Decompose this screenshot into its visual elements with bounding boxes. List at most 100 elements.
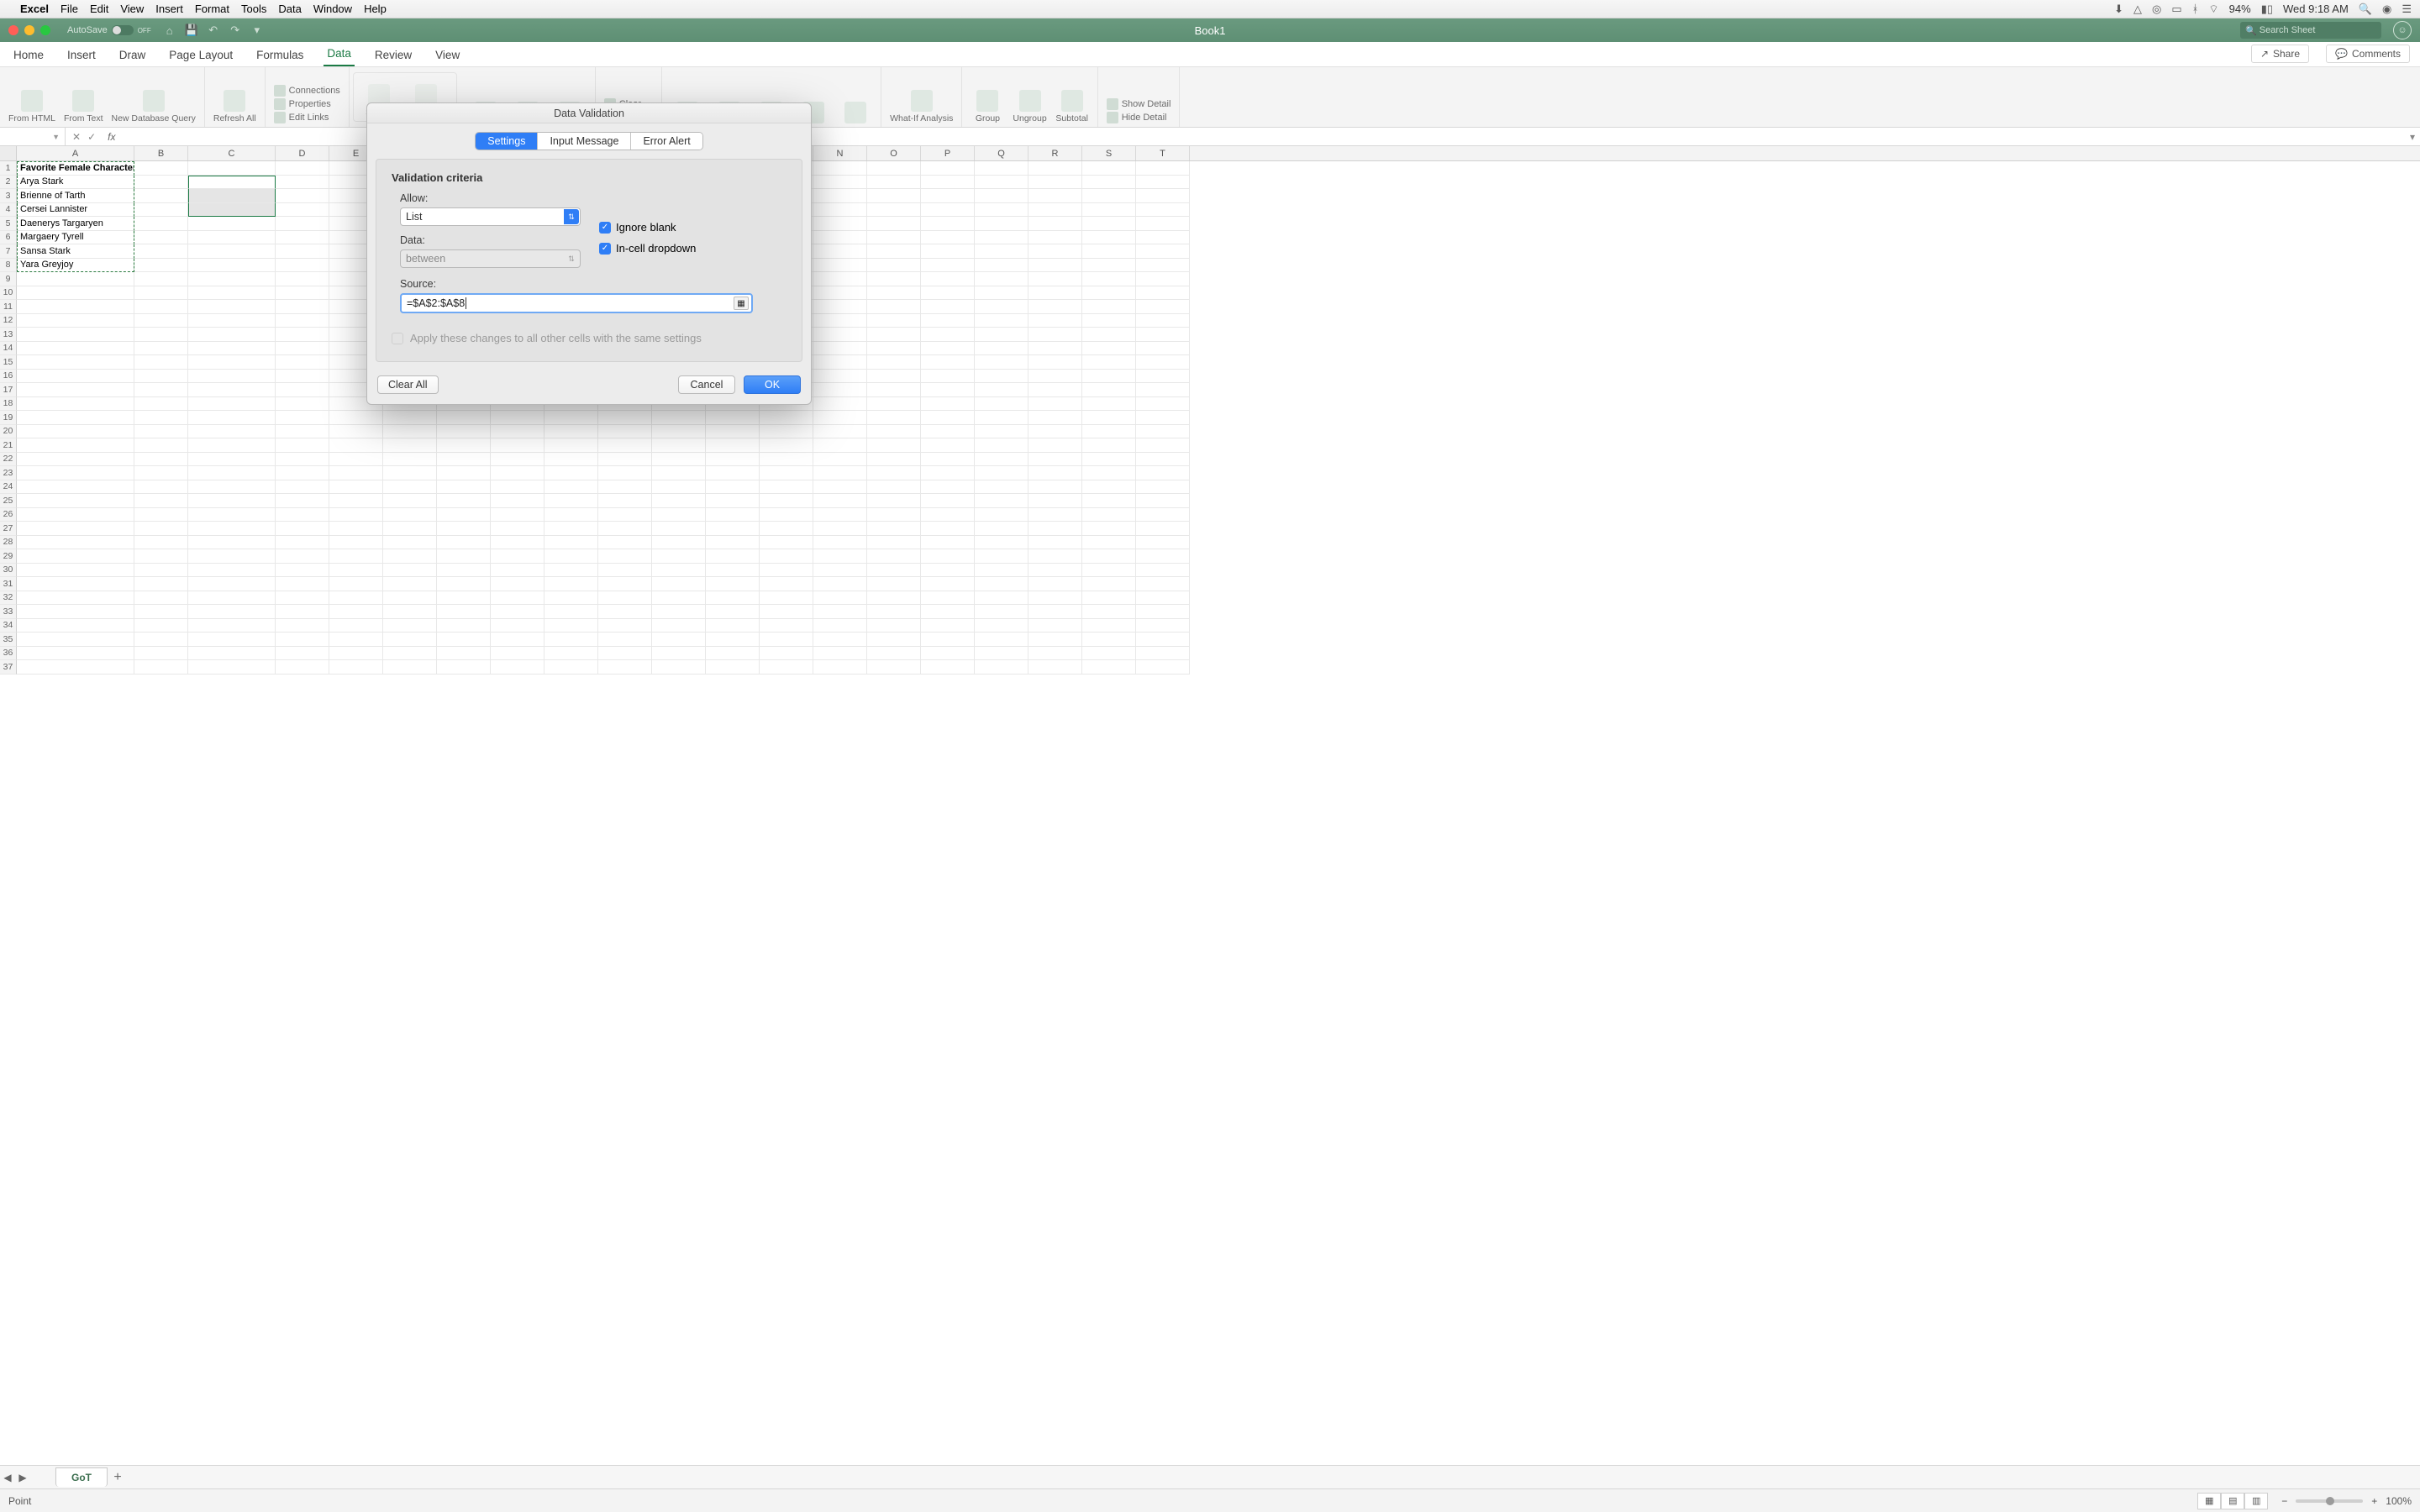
row-header[interactable]: 31 [0, 577, 17, 591]
cell-C6[interactable] [188, 231, 276, 245]
cell-Q26[interactable] [975, 508, 1028, 522]
cell-T23[interactable] [1136, 466, 1190, 480]
comments-button[interactable]: 💬Comments [2326, 45, 2410, 63]
cancel-formula-icon[interactable]: ✕ [72, 131, 81, 143]
cell-Q5[interactable] [975, 217, 1028, 231]
cell-F27[interactable] [383, 522, 437, 536]
cell-R28[interactable] [1028, 536, 1082, 550]
row-header[interactable]: 34 [0, 619, 17, 633]
tab-draw[interactable]: Draw [116, 49, 150, 66]
cell-Q12[interactable] [975, 314, 1028, 328]
cell-D30[interactable] [276, 564, 329, 578]
cell-Q34[interactable] [975, 619, 1028, 633]
cell-R14[interactable] [1028, 342, 1082, 356]
cell-B16[interactable] [134, 370, 188, 384]
cell-O31[interactable] [867, 577, 921, 591]
cell-B18[interactable] [134, 397, 188, 412]
cell-Q8[interactable] [975, 259, 1028, 273]
cell-C2[interactable] [188, 176, 276, 190]
cell-Q23[interactable] [975, 466, 1028, 480]
cell-G35[interactable] [437, 633, 491, 647]
close-window-icon[interactable] [8, 25, 18, 35]
cell-G21[interactable] [437, 438, 491, 453]
cell-R1[interactable] [1028, 161, 1082, 176]
cell-N16[interactable] [813, 370, 867, 384]
cell-R9[interactable] [1028, 272, 1082, 286]
row-header[interactable]: 14 [0, 342, 17, 356]
cell-E30[interactable] [329, 564, 383, 578]
cell-Q15[interactable] [975, 355, 1028, 370]
select-all-corner[interactable] [0, 146, 17, 160]
cell-H22[interactable] [491, 453, 544, 467]
row-header[interactable]: 20 [0, 425, 17, 439]
cell-A28[interactable] [17, 536, 134, 550]
cell-E27[interactable] [329, 522, 383, 536]
cell-B34[interactable] [134, 619, 188, 633]
cell-C22[interactable] [188, 453, 276, 467]
cell-O35[interactable] [867, 633, 921, 647]
cell-T31[interactable] [1136, 577, 1190, 591]
cell-T6[interactable] [1136, 231, 1190, 245]
formula-expand-icon[interactable]: ▾ [2405, 131, 2420, 143]
cell-A8[interactable]: Yara Greyjoy [17, 259, 134, 273]
cell-L28[interactable] [706, 536, 760, 550]
cell-T12[interactable] [1136, 314, 1190, 328]
cell-R26[interactable] [1028, 508, 1082, 522]
source-input[interactable]: =$A$2:$A$8 ▦ [400, 293, 753, 313]
cell-P13[interactable] [921, 328, 975, 342]
cell-A4[interactable]: Cersei Lannister [17, 203, 134, 218]
cell-S12[interactable] [1082, 314, 1136, 328]
cell-E21[interactable] [329, 438, 383, 453]
cell-M23[interactable] [760, 466, 813, 480]
cell-P1[interactable] [921, 161, 975, 176]
cell-T11[interactable] [1136, 300, 1190, 314]
row-header[interactable]: 4 [0, 203, 17, 218]
cell-A35[interactable] [17, 633, 134, 647]
cell-O18[interactable] [867, 397, 921, 412]
cell-E33[interactable] [329, 605, 383, 619]
cell-N25[interactable] [813, 494, 867, 508]
cell-K21[interactable] [652, 438, 706, 453]
cell-H27[interactable] [491, 522, 544, 536]
cell-R23[interactable] [1028, 466, 1082, 480]
cell-P17[interactable] [921, 383, 975, 397]
cell-D35[interactable] [276, 633, 329, 647]
cell-D10[interactable] [276, 286, 329, 301]
cell-I28[interactable] [544, 536, 598, 550]
col-header-T[interactable]: T [1136, 146, 1190, 160]
cell-G28[interactable] [437, 536, 491, 550]
cell-C34[interactable] [188, 619, 276, 633]
cell-B37[interactable] [134, 660, 188, 675]
zoom-percent[interactable]: 100% [2386, 1495, 2412, 1507]
cell-R34[interactable] [1028, 619, 1082, 633]
row-header[interactable]: 8 [0, 259, 17, 273]
page-break-view-icon[interactable]: ▥ [2244, 1493, 2268, 1509]
cell-F37[interactable] [383, 660, 437, 675]
col-header-Q[interactable]: Q [975, 146, 1028, 160]
cell-I22[interactable] [544, 453, 598, 467]
cell-I25[interactable] [544, 494, 598, 508]
cell-Q22[interactable] [975, 453, 1028, 467]
cell-D21[interactable] [276, 438, 329, 453]
cell-A17[interactable] [17, 383, 134, 397]
cell-B11[interactable] [134, 300, 188, 314]
cell-B36[interactable] [134, 647, 188, 661]
cell-F32[interactable] [383, 591, 437, 606]
cell-I23[interactable] [544, 466, 598, 480]
cell-J32[interactable] [598, 591, 652, 606]
cell-N34[interactable] [813, 619, 867, 633]
cell-I27[interactable] [544, 522, 598, 536]
cell-K29[interactable] [652, 549, 706, 564]
cell-G25[interactable] [437, 494, 491, 508]
row-header[interactable]: 29 [0, 549, 17, 564]
cell-I31[interactable] [544, 577, 598, 591]
cell-K30[interactable] [652, 564, 706, 578]
cell-I19[interactable] [544, 411, 598, 425]
cell-N23[interactable] [813, 466, 867, 480]
cell-R17[interactable] [1028, 383, 1082, 397]
cell-C23[interactable] [188, 466, 276, 480]
cell-P35[interactable] [921, 633, 975, 647]
cell-J29[interactable] [598, 549, 652, 564]
cell-B10[interactable] [134, 286, 188, 301]
cell-P22[interactable] [921, 453, 975, 467]
